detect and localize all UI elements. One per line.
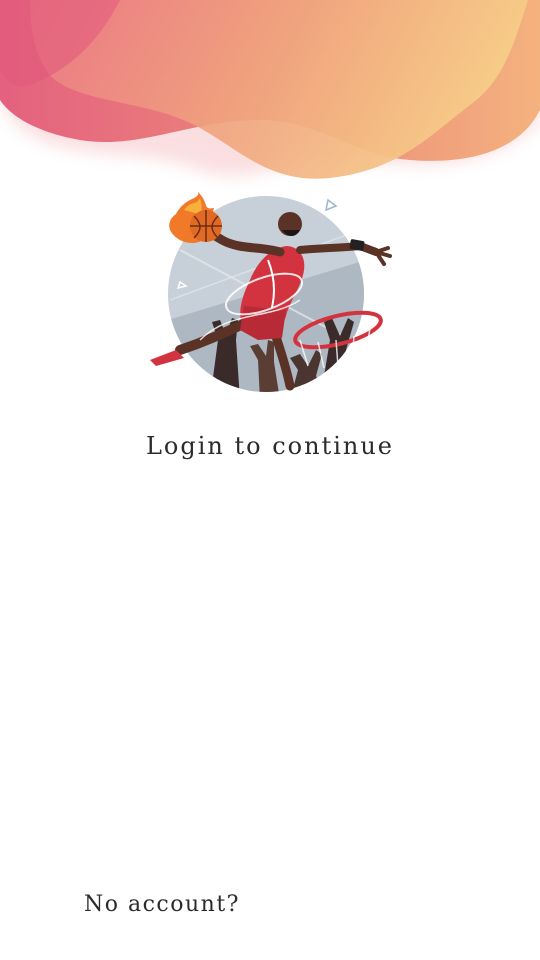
no-account-link[interactable]: No account? [84,892,240,917]
page-title: Login to continue [145,432,395,460]
login-screen: Login to continue No account? [0,0,540,960]
header-wave-decoration [0,0,540,179]
basketball-dunk-illustration-icon [150,192,392,392]
